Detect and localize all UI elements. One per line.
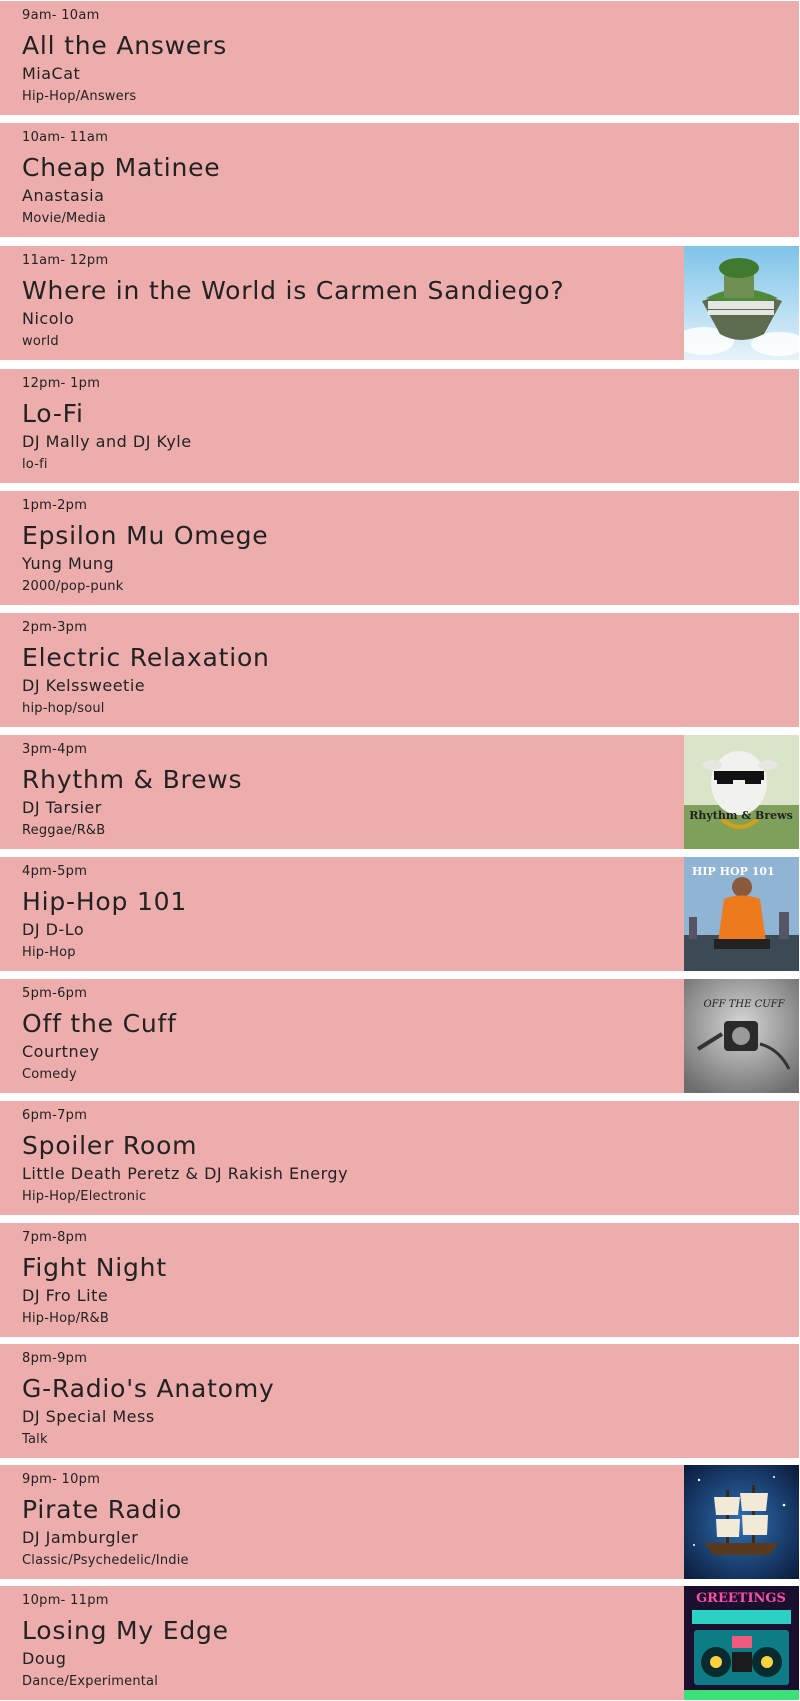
show-row-pirate-radio[interactable]: 9pm- 10pm Pirate Radio DJ Jamburgler Cla… <box>0 1465 799 1579</box>
show-title: Off the Cuff <box>22 1009 177 1038</box>
show-time: 10pm- 11pm <box>22 1593 109 1608</box>
show-genre: Classic/Psychedelic/Indie <box>22 1553 189 1568</box>
show-genre: Movie/Media <box>22 211 107 226</box>
show-time: 4pm-5pm <box>22 864 88 879</box>
show-host: Doug <box>22 1649 67 1668</box>
thumb-caption: OFF THE CUFF <box>703 999 785 1010</box>
show-row-g-radios-anatomy[interactable]: 8pm-9pm G-Radio's Anatomy DJ Special Mes… <box>0 1344 799 1458</box>
show-host: DJ Mally and DJ Kyle <box>22 432 192 451</box>
show-host: Little Death Peretz & DJ Rakish Energy <box>22 1164 349 1183</box>
show-time: 8pm-9pm <box>22 1351 88 1366</box>
show-row-losing-my-edge[interactable]: 10pm- 11pm Losing My Edge Doug Dance/Exp… <box>0 1586 799 1700</box>
show-genre: Hip-Hop <box>22 945 76 960</box>
show-time: 11am- 12pm <box>22 253 109 268</box>
show-time: 5pm-6pm <box>22 986 88 1001</box>
floating-island-icon <box>684 246 799 360</box>
show-host: DJ D-Lo <box>22 920 85 939</box>
show-host: DJ Kelssweetie <box>22 676 146 695</box>
show-time: 10am- 11am <box>22 130 109 145</box>
show-genre: Hip-Hop/Electronic <box>22 1189 147 1204</box>
show-title: Fight Night <box>22 1253 167 1282</box>
show-row-hip-hop-101[interactable]: 4pm-5pm Hip-Hop 101 DJ D-Lo Hip-Hop HIP … <box>0 857 799 971</box>
show-title: Hip-Hop 101 <box>22 887 188 916</box>
show-host: DJ Jamburgler <box>22 1528 139 1547</box>
show-host: DJ Tarsier <box>22 798 102 817</box>
show-time: 3pm-4pm <box>22 742 88 757</box>
show-genre: 2000/pop-punk <box>22 579 124 594</box>
show-host: Anastasia <box>22 186 105 205</box>
thumb-caption: Rhythm & Brews <box>689 809 793 822</box>
show-row-rhythm-and-brews[interactable]: 3pm-4pm Rhythm & Brews DJ Tarsier Reggae… <box>0 735 799 849</box>
show-title: Pirate Radio <box>22 1495 183 1524</box>
show-schedule: 9am- 10am All the Answers MiaCat Hip-Hop… <box>0 0 800 1701</box>
show-genre: lo-fi <box>22 457 48 472</box>
goat-with-sunglasses-icon: Rhythm & Brews <box>684 735 799 849</box>
show-title: G-Radio's Anatomy <box>22 1374 275 1403</box>
show-host: MiaCat <box>22 64 81 83</box>
show-genre: world <box>22 334 59 349</box>
show-row-carmen-sandiego[interactable]: 11am- 12pm Where in the World is Carmen … <box>0 246 799 360</box>
show-title: Cheap Matinee <box>22 153 221 182</box>
show-row-fight-night[interactable]: 7pm-8pm Fight Night DJ Fro Lite Hip-Hop/… <box>0 1223 799 1337</box>
show-title: All the Answers <box>22 31 228 60</box>
microphone-grayscale-icon: OFF THE CUFF <box>684 979 799 1093</box>
show-title: Losing My Edge <box>22 1616 229 1645</box>
thumb-caption: GREETINGS <box>696 1591 786 1606</box>
show-title: Lo-Fi <box>22 399 84 428</box>
show-time: 1pm-2pm <box>22 498 88 513</box>
show-title: Electric Relaxation <box>22 643 270 672</box>
show-row-epsilon-mu-omege[interactable]: 1pm-2pm Epsilon Mu Omege Yung Mung 2000/… <box>0 491 799 605</box>
show-host: DJ Fro Lite <box>22 1286 109 1305</box>
show-row-electric-relaxation[interactable]: 2pm-3pm Electric Relaxation DJ Kelssweet… <box>0 613 799 727</box>
show-row-off-the-cuff[interactable]: 5pm-6pm Off the Cuff Courtney Comedy OFF… <box>0 979 799 1093</box>
show-title: Spoiler Room <box>22 1131 198 1160</box>
show-row-spoiler-room[interactable]: 6pm-7pm Spoiler Room Little Death Peretz… <box>0 1101 799 1215</box>
show-time: 9pm- 10pm <box>22 1472 101 1487</box>
show-genre: Dance/Experimental <box>22 1674 159 1689</box>
show-time: 7pm-8pm <box>22 1230 88 1245</box>
show-host: Courtney <box>22 1042 100 1061</box>
show-host: Nicolo <box>22 309 75 328</box>
show-genre: Talk <box>22 1432 48 1447</box>
thumb-caption: HIP HOP 101 <box>692 865 775 878</box>
show-genre: hip-hop/soul <box>22 701 105 716</box>
retro-boombox-icon: GREETINGS <box>684 1586 799 1700</box>
show-genre: Hip-Hop/Answers <box>22 89 137 104</box>
show-time: 2pm-3pm <box>22 620 88 635</box>
sailing-ship-icon <box>684 1465 799 1579</box>
show-time: 9am- 10am <box>22 8 100 23</box>
show-genre: Hip-Hop/R&B <box>22 1311 109 1326</box>
show-genre: Comedy <box>22 1067 77 1082</box>
show-title: Rhythm & Brews <box>22 765 243 794</box>
show-title: Where in the World is Carmen Sandiego? <box>22 276 565 305</box>
show-host: DJ Special Mess <box>22 1407 155 1426</box>
show-row-cheap-matinee[interactable]: 10am- 11am Cheap Matinee Anastasia Movie… <box>0 123 799 237</box>
show-title: Epsilon Mu Omege <box>22 521 269 550</box>
show-row-all-the-answers[interactable]: 9am- 10am All the Answers MiaCat Hip-Hop… <box>0 1 799 115</box>
album-cover-icon: HIP HOP 101 <box>684 857 799 971</box>
show-genre: Reggae/R&B <box>22 823 106 838</box>
show-row-lo-fi[interactable]: 12pm- 1pm Lo-Fi DJ Mally and DJ Kyle lo-… <box>0 369 799 483</box>
show-host: Yung Mung <box>22 554 115 573</box>
show-time: 12pm- 1pm <box>22 376 101 391</box>
show-time: 6pm-7pm <box>22 1108 88 1123</box>
